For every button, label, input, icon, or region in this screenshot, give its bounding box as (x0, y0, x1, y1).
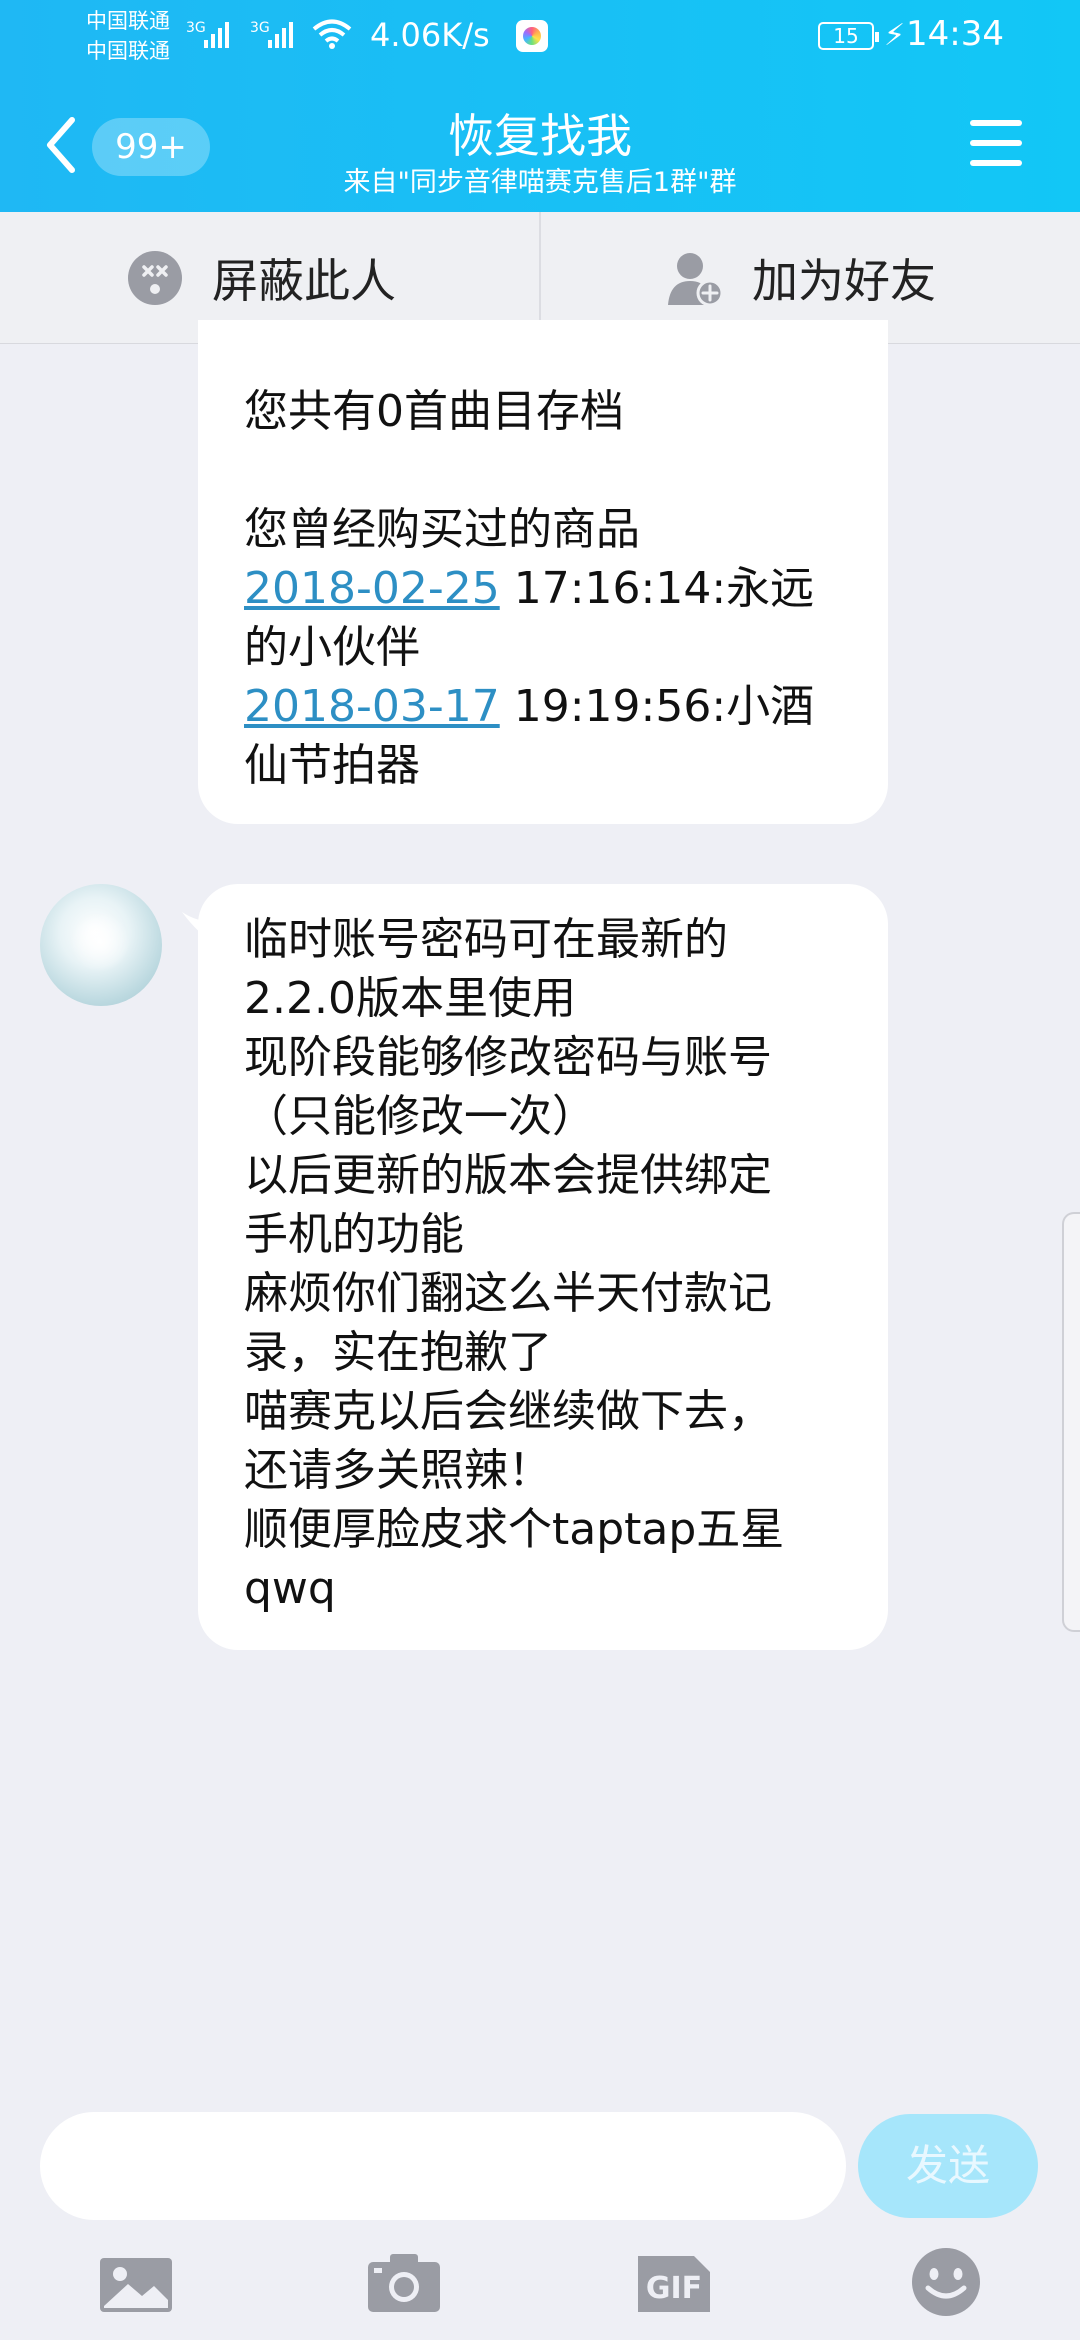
gif-label: GIF (646, 2271, 702, 2306)
message-text: 还请多关照辣！ (244, 1445, 552, 1496)
chat-title: 恢复找我 (448, 109, 632, 163)
menu-button[interactable] (970, 120, 1022, 170)
message-text: 喵赛克以后会继续做下去， (244, 1386, 772, 1437)
message-text: 顺便厚脸皮求个taptap五星 (244, 1504, 785, 1555)
message-text: 您曾经购买过的商品 (244, 504, 640, 555)
purchase-line: 2018-02-25 17:16:14:永远 (244, 559, 842, 618)
clock: 14:34 (906, 14, 1004, 54)
message-text: 现阶段能够修改密码与账号 (244, 1032, 772, 1083)
sender-avatar[interactable] (40, 884, 162, 1006)
purchase-line: 2018-03-17 19:19:56:小酒 (244, 677, 842, 736)
charging-icon: ⚡ (884, 18, 906, 53)
image-icon[interactable] (96, 2246, 176, 2316)
carrier-2: 中国联通 (86, 39, 170, 63)
network-type-1: 3G (186, 20, 206, 36)
add-friend-icon (668, 253, 724, 307)
message-text: 以后更新的版本会提供绑定 (244, 1150, 772, 1201)
message-text: 临时账号密码可在最新的 (244, 914, 728, 965)
block-user-label: 屏蔽此人 (212, 254, 396, 308)
message-text: （只能修改一次） (244, 1091, 596, 1142)
message-text: 麻烦你们翻这么半天付款记 (244, 1268, 772, 1319)
purchase-detail: 17:16:14:永远 (499, 563, 815, 614)
purchase-detail: 的小伙伴 (244, 622, 420, 673)
input-area: 发送 GIF (0, 2090, 1080, 2340)
hamburger-icon (970, 120, 1022, 166)
message-bubble[interactable]: 您共有0首曲目存档 您曾经购买过的商品 2018-02-25 17:16:14:… (198, 320, 888, 824)
network-type-2: 3G (250, 20, 270, 36)
chat-header: 中国联通 中国联通 3G 3G 4.06K/s 15 ⚡ 14:34 99+ 恢… (0, 0, 1080, 212)
signal-bars-1-icon (204, 18, 229, 48)
message-text: 录，实在抱歉了 (244, 1327, 552, 1378)
purchase-date-link[interactable]: 2018-03-17 (244, 681, 500, 732)
network-speed: 4.06K/s (370, 16, 490, 54)
wifi-icon (312, 19, 352, 49)
message-text: 2.2.0版本里使用 (244, 973, 576, 1024)
purchase-detail: 19:19:56:小酒 (499, 681, 815, 732)
scroll-handle[interactable] (1062, 1212, 1080, 1632)
battery-icon: 15 (818, 22, 879, 50)
signal-bars-2-icon (268, 18, 293, 48)
add-friend-label: 加为好友 (752, 254, 936, 308)
app-notification-icon (516, 20, 548, 52)
emoji-icon[interactable] (906, 2242, 986, 2322)
purchase-detail: 仙节拍器 (244, 740, 420, 791)
message-input[interactable] (40, 2112, 846, 2220)
gif-icon[interactable]: GIF (634, 2246, 714, 2316)
message-text: 手机的功能 (244, 1209, 464, 1260)
camera-icon[interactable] (364, 2246, 444, 2316)
chat-subtitle: 来自"同步音律喵赛克售后1群"群 (343, 167, 737, 198)
carrier-1: 中国联通 (86, 9, 170, 33)
status-bar: 中国联通 中国联通 3G 3G 4.06K/s 15 ⚡ 14:34 (0, 0, 1080, 75)
purchase-date-link[interactable]: 2018-02-25 (244, 563, 500, 614)
message-text: qwq (244, 1563, 336, 1614)
send-button[interactable]: 发送 (858, 2114, 1038, 2218)
block-face-icon (128, 251, 182, 305)
message-text: 您共有0首曲目存档 (244, 386, 624, 437)
message-bubble[interactable]: 临时账号密码可在最新的 2.2.0版本里使用 现阶段能够修改密码与账号 （只能修… (198, 884, 888, 1650)
